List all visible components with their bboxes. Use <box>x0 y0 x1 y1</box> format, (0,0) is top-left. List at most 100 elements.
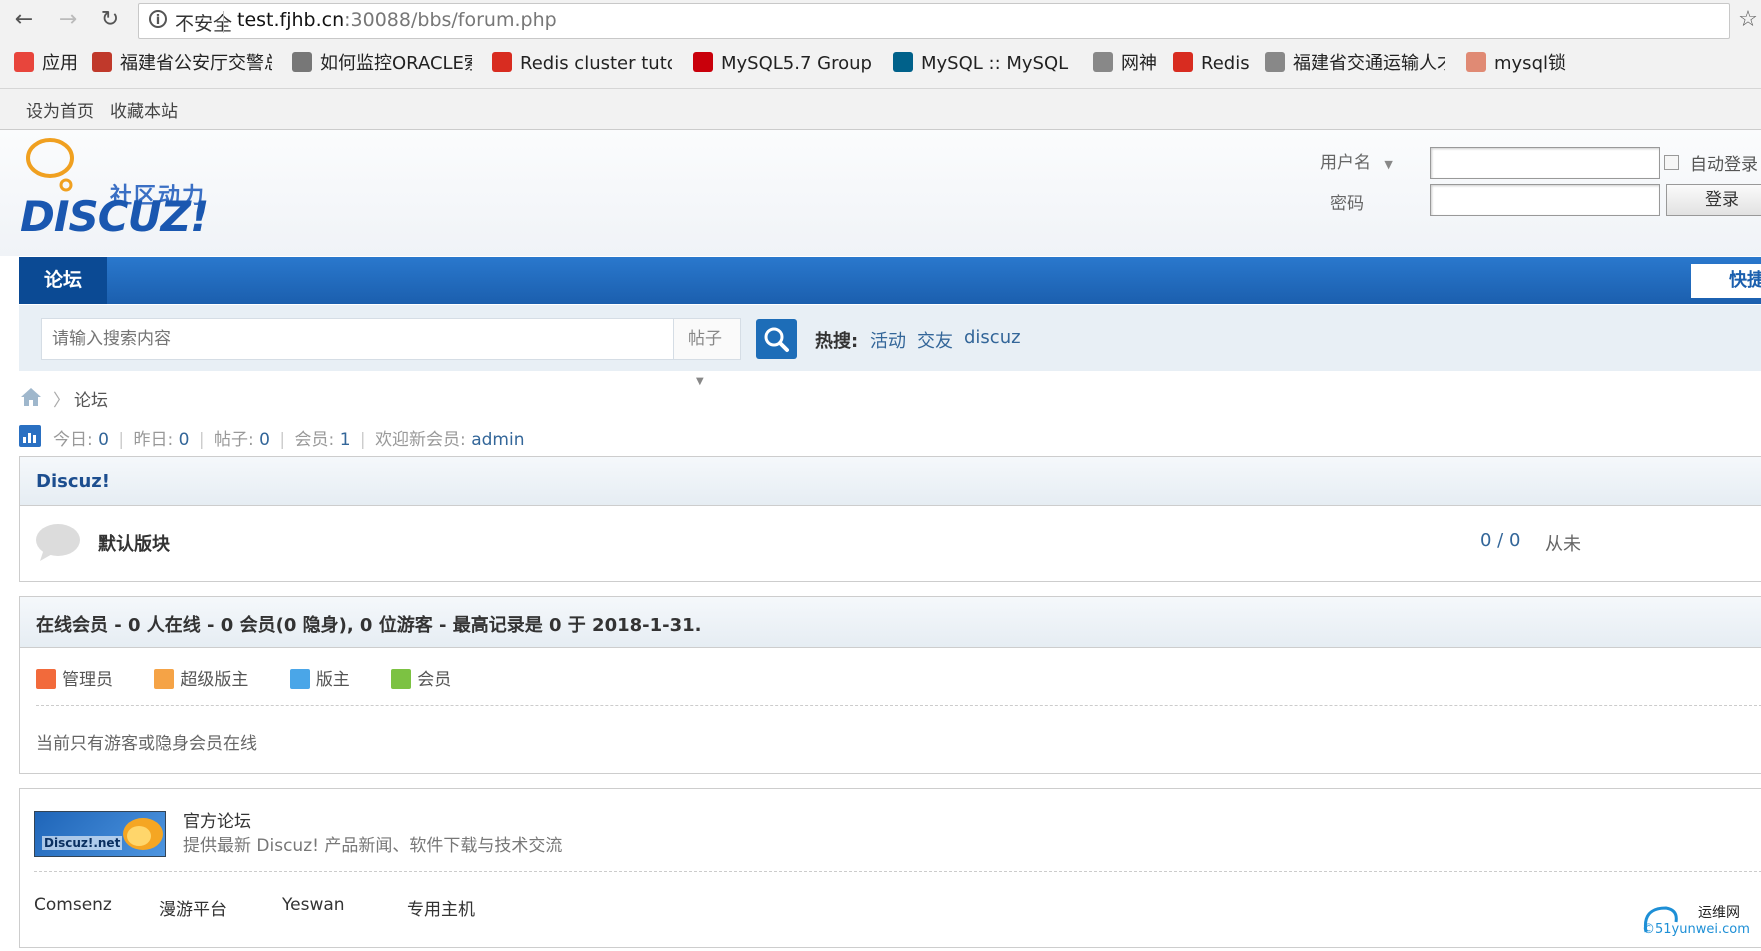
dashed-divider <box>34 871 1761 872</box>
username-label: 用户名 <box>1320 153 1371 173</box>
site-header: 社区动力 DISCUZ! 用户名 ▼ 自动登录 密码 登录 <box>0 130 1761 256</box>
online-legend: 管理员 超级版主 版主 会员 <box>36 665 451 690</box>
auto-login-checkbox[interactable] <box>1664 155 1679 170</box>
bookmark-item[interactable]: 福建省公安厅交警总 <box>92 52 272 76</box>
official-forum-link[interactable]: 官方论坛 <box>183 807 251 832</box>
search-button[interactable] <box>756 319 797 359</box>
url-divider <box>223 11 224 33</box>
address-bar[interactable]: i 不安全 test.fjhb.cn:30088/bbs/forum.php <box>138 3 1730 39</box>
quick-nav-button[interactable]: 快捷 <box>1691 264 1761 298</box>
legend-member: 会员 <box>391 669 452 690</box>
legend-super-mod-label: 超级版主 <box>180 670 249 690</box>
password-label: 密码 <box>1330 194 1364 214</box>
info-icon[interactable]: i <box>149 10 167 28</box>
category-box: Discuz! 默认版块 0 / 0 从未 <box>19 456 1761 582</box>
bookmark-item[interactable]: mysql锁 <box>1466 52 1576 76</box>
stat-yesterday-label: 昨日: <box>133 430 174 450</box>
bookmarks-bar: 应用 福建省公安厅交警总 如何监控ORACLE索引 Redis cluster tut… <box>0 40 1761 89</box>
stat-separator: | <box>198 430 205 450</box>
category-title[interactable]: Discuz! <box>36 471 110 492</box>
bookmark-item[interactable]: Redis <box>1173 52 1253 76</box>
stat-today-label: 今日: <box>53 430 93 450</box>
bookmark-item[interactable]: 应用 <box>14 52 84 76</box>
back-arrow-icon[interactable]: ← <box>10 6 38 34</box>
bookmark-site-link[interactable]: 收藏本站 <box>110 97 178 122</box>
link-yeswan[interactable]: Yeswan <box>282 895 345 915</box>
forum-name-link[interactable]: 默认版块 <box>98 530 170 556</box>
jian-icon <box>1466 52 1486 72</box>
link-manyou[interactable]: 漫游平台 <box>159 895 227 920</box>
bookmark-label: 如何监控ORACLE索引 <box>320 53 472 74</box>
link-dedicated-host[interactable]: 专用主机 <box>407 895 475 920</box>
dropdown-caret-icon: ▼ <box>696 376 704 387</box>
username-type-select[interactable]: 用户名 ▼ <box>1320 148 1393 173</box>
stat-yesterday: 0 <box>178 430 190 450</box>
url-path: :30088/bbs/forum.php <box>344 9 557 31</box>
hot-item-1[interactable]: 活动 <box>870 327 906 353</box>
dropdown-caret-icon: ▼ <box>1384 158 1393 171</box>
official-forum-desc: 提供最新 Discuz! 产品新闻、软件下载与技术交流 <box>183 836 563 856</box>
mysql-icon <box>893 52 913 72</box>
newest-member-link[interactable]: admin <box>471 430 524 450</box>
link-icon <box>292 52 312 72</box>
watermark-line2: ©51yunwei.com <box>1642 922 1750 937</box>
bookmark-label: 网神 <box>1121 53 1157 74</box>
stat-today: 0 <box>98 430 109 450</box>
discuz-net-banner[interactable]: Discuz!.net <box>34 811 166 857</box>
home-icon[interactable] <box>19 386 43 408</box>
hot-search-label: 热搜: <box>815 331 859 352</box>
search-bar: 帖子 ▼ 热搜: 活动 交友 discuz <box>19 305 1761 387</box>
url-text[interactable]: test.fjhb.cn:30088/bbs/forum.php <box>237 9 557 31</box>
apps-grid-icon <box>14 52 34 72</box>
bookmark-item[interactable]: Redis cluster tutorial <box>492 52 672 76</box>
set-home-link[interactable]: 设为首页 <box>26 97 94 122</box>
auto-login-label: 自动登录 <box>1690 155 1758 175</box>
stat-members: 1 <box>339 430 351 450</box>
forum-row: 默认版块 0 / 0 从未 <box>20 506 1761 580</box>
dashed-divider <box>36 705 1761 706</box>
stat-separator: | <box>359 430 366 450</box>
breadcrumb-current[interactable]: 论坛 <box>74 386 108 411</box>
hot-item-3[interactable]: discuz <box>964 327 1021 348</box>
bookmark-label: Redis cluster tutorial <box>520 53 672 74</box>
hot-item-2[interactable]: 交友 <box>917 327 953 353</box>
admin-user-icon <box>36 669 56 689</box>
tab-forum[interactable]: 论坛 <box>19 257 107 304</box>
browser-toolbar: ← → ↻ i 不安全 test.fjhb.cn:30088/bbs/forum… <box>0 0 1761 40</box>
bookmark-item[interactable]: MySQL5.7 Group Re <box>693 52 873 76</box>
search-input[interactable] <box>42 319 662 359</box>
reload-icon[interactable]: ↻ <box>96 6 124 34</box>
bookmark-label: Redis <box>1201 53 1250 74</box>
stats-chart-icon <box>19 425 41 447</box>
bookmark-label: 福建省公安厅交警总 <box>120 53 272 74</box>
password-input[interactable] <box>1430 184 1660 216</box>
legend-member-label: 会员 <box>417 670 452 690</box>
login-button[interactable]: 登录 <box>1666 184 1761 216</box>
username-input[interactable] <box>1430 147 1660 179</box>
logo-brand: DISCUZ! <box>20 192 209 241</box>
forward-arrow-icon[interactable]: → <box>54 6 82 34</box>
legend-super-mod: 超级版主 <box>154 669 249 690</box>
watermark-line1: 运维网 <box>1698 905 1740 921</box>
forum-counts: 0 / 0 <box>1480 530 1521 551</box>
star-bookmark-icon[interactable]: ☆ <box>1734 6 1761 34</box>
link-comsenz[interactable]: Comsenz <box>34 895 112 915</box>
legend-admin: 管理员 <box>36 669 113 690</box>
legend-admin-label: 管理员 <box>62 670 113 690</box>
bookmark-item[interactable]: 网神 <box>1093 52 1163 76</box>
forum-status-icon <box>34 521 82 563</box>
stat-members-label: 会员: <box>294 430 335 450</box>
online-summary: 在线会员 - 0 人在线 - 0 会员(0 隐身), 0 位游客 - 最高记录是… <box>36 615 702 636</box>
legend-mod: 版主 <box>289 669 350 690</box>
bookmark-item[interactable]: 福建省交通运输人才 <box>1265 52 1445 76</box>
bookmark-item[interactable]: 如何监控ORACLE索引 <box>292 52 472 76</box>
search-type-select[interactable]: 帖子 ▼ <box>673 319 740 387</box>
banner-label: Discuz!.net <box>42 836 123 850</box>
bookmark-item[interactable]: MySQL :: MySQL 5.7 <box>893 52 1073 76</box>
member-user-icon <box>391 669 412 689</box>
search-field-wrap: 帖子 ▼ <box>41 318 741 387</box>
friend-links-box: Discuz!.net 官方论坛 提供最新 Discuz! 产品新闻、软件下载与… <box>19 788 1761 948</box>
discuz-logo[interactable]: 社区动力 DISCUZ! <box>20 130 220 250</box>
search-icon <box>764 327 789 352</box>
online-header: 在线会员 - 0 人在线 - 0 会员(0 隐身), 0 位游客 - 最高记录是… <box>20 597 1761 648</box>
